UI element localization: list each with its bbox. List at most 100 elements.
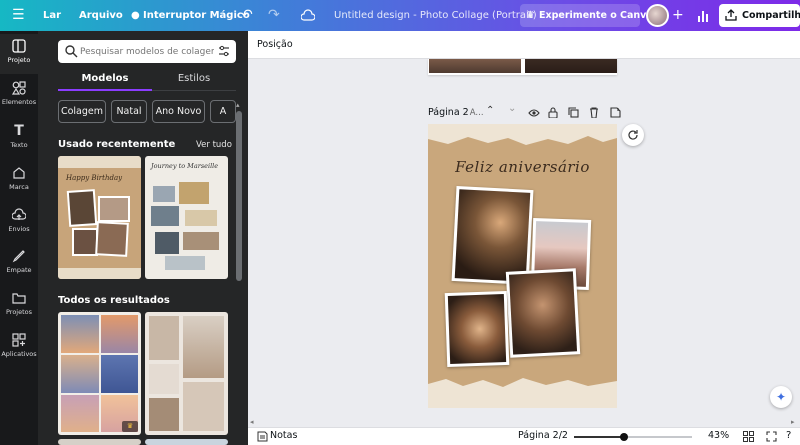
result-template-sunsets[interactable]: ♛ (58, 312, 141, 435)
refresh-icon (628, 130, 638, 140)
top-bar: ☰ Lar Arquivo ● Interruptor Mágico ↶ ↷ U… (0, 0, 800, 31)
result-template-partial[interactable] (58, 439, 141, 445)
menu-icon[interactable]: ☰ (12, 0, 25, 31)
photo-frame (183, 232, 219, 250)
photo-frame-friends[interactable] (505, 268, 581, 358)
template-heading: Happy Birthday (66, 174, 123, 182)
notes-icon[interactable] (257, 431, 268, 442)
notes-button[interactable]: Notas (270, 430, 297, 441)
scrollbar-thumb[interactable] (236, 111, 242, 281)
search-input[interactable] (80, 42, 214, 61)
chip-more[interactable]: A (210, 100, 236, 123)
rail-item-label: Aplicativos (1, 350, 37, 358)
rail-item-projeto[interactable]: Projeto (0, 34, 38, 74)
document-title[interactable]: Untitled design - Photo Collage (Portrai… (334, 0, 537, 31)
rail-item-empate[interactable]: Empate (0, 244, 38, 284)
page-title-input[interactable]: - A... (464, 108, 484, 118)
chevron-up-icon[interactable]: ⌃ (486, 105, 494, 116)
page-1-preview[interactable] (428, 59, 617, 75)
draw-icon (12, 249, 26, 263)
panel-scrollbar[interactable]: ▴ (235, 101, 243, 445)
photo-frame (101, 315, 138, 353)
recent-template-journey[interactable]: Journey to Marseille (145, 156, 228, 279)
side-rail: Projeto Elementos T Texto Marca Envios E… (0, 31, 38, 445)
photo-frame (183, 316, 224, 378)
photo-frame (149, 398, 179, 431)
filter-icon[interactable] (218, 45, 230, 57)
trial-button[interactable]: ♛ Experimente o Canva ... (520, 4, 667, 27)
design-page[interactable]: Feliz aniversário (428, 124, 617, 408)
chip-natal[interactable]: Natal (111, 100, 147, 123)
scroll-left-icon[interactable]: ◂ (250, 418, 254, 426)
rail-item-elementos[interactable]: Elementos (0, 76, 38, 116)
undo-icon[interactable]: ↶ (241, 0, 253, 31)
result-template-neutral[interactable] (145, 312, 228, 435)
search-icon (64, 44, 78, 58)
result-template-partial[interactable] (145, 439, 228, 445)
rail-item-projetos[interactable]: Projetos (0, 286, 38, 326)
zoom-value[interactable]: 43% (708, 430, 729, 441)
photo-frame (151, 206, 179, 226)
chip-ano-novo[interactable]: Ano Novo (152, 100, 205, 123)
card-heading[interactable]: Feliz aniversário (428, 158, 617, 176)
regenerate-button[interactable] (622, 124, 644, 146)
share-button[interactable]: Compartilhar (719, 4, 800, 27)
eye-icon[interactable] (528, 108, 540, 118)
add-collaborator-icon[interactable]: + (672, 0, 684, 31)
canvas-scrollbar[interactable]: ◂ ▸ (248, 418, 800, 426)
search-box[interactable] (58, 40, 236, 63)
scroll-up-icon[interactable]: ▴ (236, 101, 242, 109)
zoom-slider-knob[interactable] (620, 433, 628, 441)
rail-item-label: Elementos (1, 98, 37, 106)
chevron-down-icon[interactable]: ⌄ (508, 103, 516, 114)
recent-title: Usado recentemente (58, 139, 176, 150)
photo-frame (153, 186, 175, 202)
torn-paper-top (428, 124, 617, 145)
tab-modelos[interactable]: Modelos (58, 73, 152, 84)
rail-item-label: Projetos (5, 308, 33, 316)
photo-frame (98, 196, 130, 222)
rail-item-texto[interactable]: T Texto (0, 119, 38, 159)
cloud-save-icon[interactable] (301, 0, 315, 31)
trash-icon[interactable] (589, 107, 599, 118)
help-icon[interactable]: ? (786, 430, 791, 441)
scroll-right-icon[interactable]: ▸ (791, 418, 795, 426)
editor-canvas: Posição Página 2 - A... ⌃ ⌄ Feliz aniver… (248, 31, 800, 445)
magic-assistant-icon[interactable]: ✦ (770, 386, 792, 408)
see-all-link[interactable]: Ver tudo (196, 140, 232, 150)
position-button[interactable]: Posição (257, 39, 293, 50)
rail-item-marca[interactable]: Marca (0, 161, 38, 201)
lock-icon[interactable] (548, 107, 558, 118)
duplicate-page-icon[interactable] (568, 107, 579, 118)
page-label: Página 2 (428, 107, 469, 118)
torn-paper-bottom (428, 378, 617, 408)
page-indicator[interactable]: Página 2/2 (518, 430, 568, 441)
redo-icon[interactable]: ↷ (268, 0, 280, 31)
avatar[interactable] (646, 4, 669, 27)
rail-item-envios[interactable]: Envios (0, 203, 38, 243)
file-menu[interactable]: Arquivo (79, 0, 123, 31)
tab-estilos[interactable]: Estilos (152, 73, 236, 84)
photo-frame (183, 382, 224, 431)
photo-frame (149, 316, 179, 360)
layout-icon (12, 39, 26, 53)
elements-icon (12, 81, 26, 95)
grid-view-icon[interactable] (743, 431, 754, 442)
photo-frame (179, 182, 209, 204)
magic-switch-button[interactable]: Interruptor Mágico (143, 0, 250, 31)
rail-item-label: Texto (10, 141, 28, 149)
zoom-slider[interactable] (574, 433, 692, 441)
chip-colagem[interactable]: Colagem (58, 100, 106, 123)
rail-item-aplicativos[interactable]: Aplicativos (0, 328, 38, 368)
templates-panel: Modelos Estilos Colagem Natal Ano Novo A… (38, 31, 248, 445)
share-icon (725, 9, 737, 21)
recent-template-birthday[interactable]: Happy Birthday (58, 156, 141, 279)
add-page-icon[interactable] (610, 107, 621, 118)
fullscreen-icon[interactable] (766, 431, 777, 442)
home-link[interactable]: Lar (43, 0, 61, 31)
active-tab-indicator (58, 89, 152, 91)
photo-frame (72, 228, 98, 256)
photo-frame (66, 189, 98, 227)
insights-icon[interactable] (697, 0, 709, 31)
photo-frame-party[interactable] (444, 290, 510, 368)
